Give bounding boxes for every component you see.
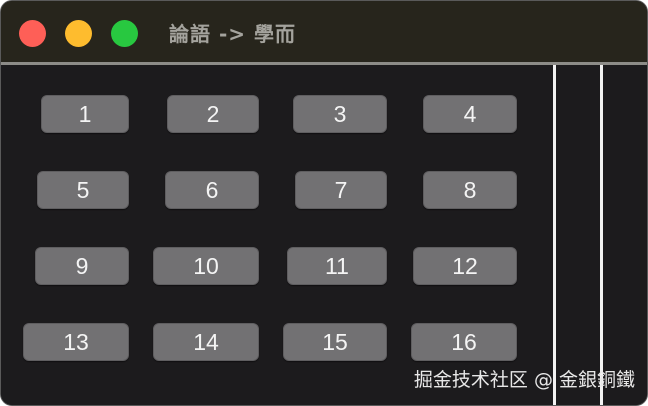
button-9[interactable]: 9 — [35, 247, 129, 285]
app-window: 論語 -> 學而 1 2 3 4 5 6 7 8 9 10 11 12 13 1… — [0, 0, 648, 406]
minimize-window-button[interactable] — [65, 20, 92, 47]
title-bar[interactable]: 論語 -> 學而 — [1, 1, 647, 65]
button-2[interactable]: 2 — [167, 95, 259, 133]
divider-line — [553, 65, 556, 405]
divider-line — [600, 65, 603, 405]
button-7[interactable]: 7 — [295, 171, 387, 209]
button-4[interactable]: 4 — [423, 95, 517, 133]
button-11[interactable]: 11 — [287, 247, 387, 285]
window-title: 論語 -> 學而 — [169, 22, 296, 46]
button-13[interactable]: 13 — [23, 323, 129, 361]
close-window-button[interactable] — [19, 20, 46, 47]
button-14[interactable]: 14 — [153, 323, 259, 361]
button-12[interactable]: 12 — [413, 247, 517, 285]
button-8[interactable]: 8 — [423, 171, 517, 209]
button-1[interactable]: 1 — [41, 95, 129, 133]
button-10[interactable]: 10 — [153, 247, 259, 285]
watermark-text: 掘金技术社区 @ 金銀銅鐵 — [413, 369, 635, 391]
button-16[interactable]: 16 — [411, 323, 517, 361]
button-6[interactable]: 6 — [165, 171, 259, 209]
button-15[interactable]: 15 — [283, 323, 387, 361]
button-5[interactable]: 5 — [37, 171, 129, 209]
button-3[interactable]: 3 — [293, 95, 387, 133]
zoom-window-button[interactable] — [111, 20, 138, 47]
